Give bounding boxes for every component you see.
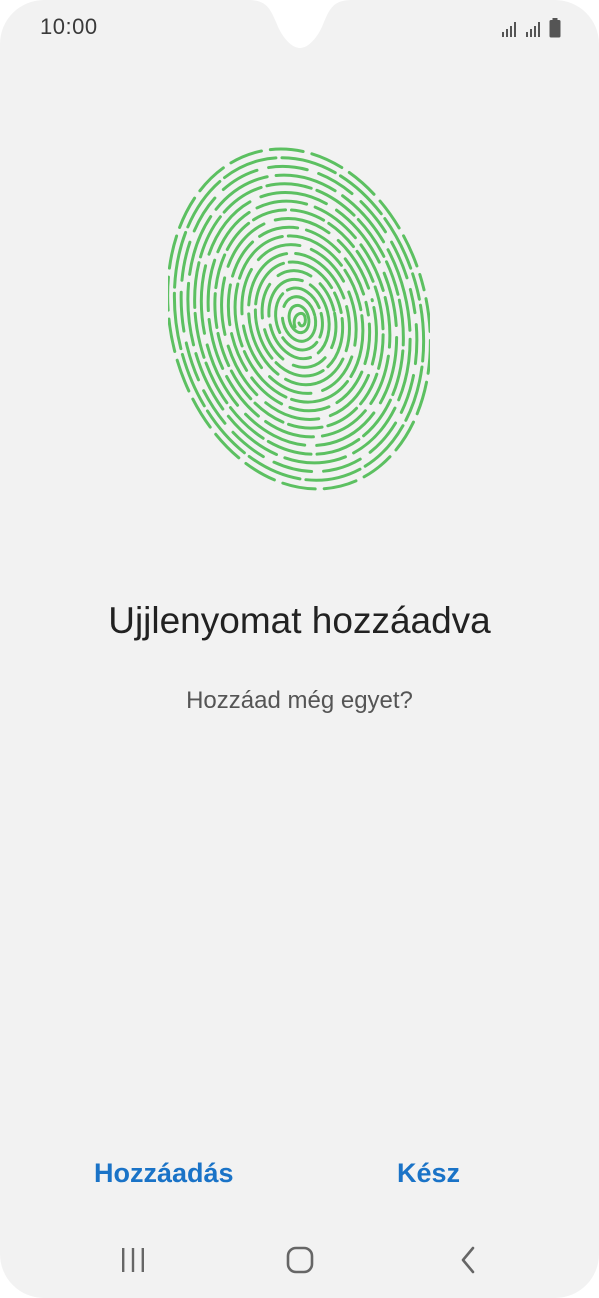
fingerprint-ridge: [287, 303, 311, 335]
fingerprint-ridge: [172, 156, 426, 482]
recent-apps-icon: [122, 1248, 144, 1272]
fingerprint-ridge: [168, 147, 430, 491]
fingerprint-ridge: [267, 277, 331, 361]
signal-icon: [526, 22, 540, 37]
home-icon: [286, 1246, 314, 1274]
signal-icon: [502, 22, 516, 37]
home-button[interactable]: [270, 1236, 330, 1284]
battery-icon: [549, 18, 561, 38]
fingerprint-ridge: [280, 295, 318, 343]
camera-notch: [248, 0, 352, 48]
page-title: Ujjlenyomat hozzáadva: [108, 600, 491, 641]
back-button[interactable]: [438, 1236, 498, 1284]
status-time: 10:00: [40, 14, 98, 39]
phone-screen: 10:00 Ujjlenyomat hozzáadva Hozzáad még …: [0, 0, 599, 1298]
page-subtitle: Hozzáad még egyet?: [186, 687, 413, 714]
back-icon: [461, 1246, 475, 1274]
status-icons: [501, 16, 561, 38]
fingerprint-ridge: [213, 208, 385, 430]
add-button[interactable]: Hozzáadás: [94, 1150, 234, 1196]
done-button[interactable]: Kész: [397, 1150, 460, 1196]
fingerprint-icon: [168, 147, 430, 491]
recent-apps-button[interactable]: [103, 1236, 163, 1284]
fingerprint-core: [292, 311, 307, 329]
navigation-bar: [0, 1236, 599, 1284]
fingerprint-ridge: [179, 164, 419, 474]
